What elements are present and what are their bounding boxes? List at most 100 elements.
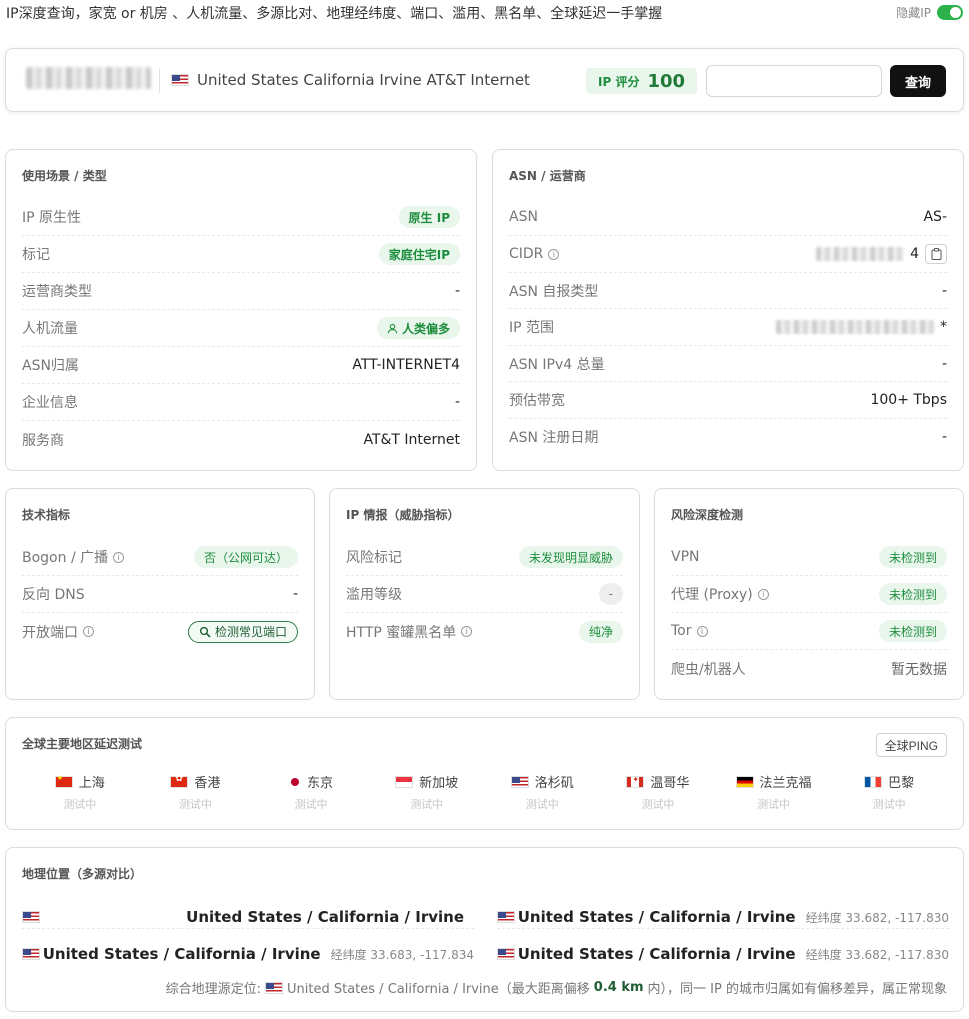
city-name: 巴黎 <box>888 776 915 791</box>
scan-ports-button[interactable]: 检测常见端口 <box>187 620 298 643</box>
city-status: 测试中 <box>294 798 328 811</box>
global-ping-button[interactable]: 全球PING <box>875 733 947 757</box>
clipboard-icon <box>931 248 941 260</box>
row-value: 100+ Tbps <box>870 392 947 408</box>
geo-coords: 经纬度 33.683, -117.834 <box>330 948 474 962</box>
info-icon[interactable]: i <box>83 626 94 637</box>
row-asn-ipv4-total: ASN IPv4 总量 - <box>509 346 947 382</box>
row-value: - <box>454 283 460 299</box>
geo-coords: 经纬度 33.682, -117.830 <box>805 910 949 925</box>
row-value: * <box>776 319 947 335</box>
row-cidr: CIDR i 4 <box>509 236 947 273</box>
cidr-label: CIDR <box>509 246 544 262</box>
geo-summary: 综合地理源定位: United States / California / Ir… <box>166 978 947 997</box>
cidr-blurred <box>816 247 905 261</box>
sg-flag-icon <box>395 775 414 788</box>
ip-query-input[interactable] <box>706 65 882 97</box>
row-abuse-level: 滥用等级 - <box>346 576 623 613</box>
row-label: HTTP 蜜罐黑名单 i <box>346 622 473 642</box>
city-singapore: 新加坡 测试中 <box>369 772 485 812</box>
geo-location-card: 地理位置（多源对比） United States / California / … <box>5 847 964 1012</box>
proxy-label: 代理 (Proxy) <box>671 587 753 603</box>
info-icon[interactable]: i <box>548 248 560 260</box>
search-icon <box>199 626 211 638</box>
row-human-traffic: 人机流量 人类偏多 <box>22 310 460 347</box>
hk-flag-icon <box>170 774 189 788</box>
row-company-info: 企业信息 - <box>22 384 460 421</box>
row-value: AS- <box>923 209 947 225</box>
row-ip-native: IP 原生性 原生 IP <box>22 199 460 236</box>
row-label: 人机流量 <box>22 321 78 337</box>
ip-address-blurred <box>26 67 151 89</box>
row-label: 预估带宽 <box>509 393 565 409</box>
info-icon[interactable]: i <box>461 626 473 637</box>
threat-intel-card: IP 情报（威胁指标） 风险标记 未发现明显威胁 滥用等级 - HTTP 蜜罐黑… <box>329 488 640 700</box>
city-name: 新加坡 <box>419 776 459 791</box>
row-asn: ASN AS- <box>509 199 947 236</box>
geo-source-1: United States / California / Irvine <box>22 905 474 929</box>
row-label: 代理 (Proxy) i <box>671 584 769 604</box>
info-icon[interactable]: i <box>757 588 769 600</box>
city-list: 上海 测试中 香港 测试中 东京 测试中 新加坡 测试中 洛杉矶 测试中 温哥华… <box>22 772 947 812</box>
asn-card: ASN / 运营商 ASN AS- CIDR i 4 ASN 自报类型 - IP … <box>492 149 964 471</box>
tor-badge: 未检测到 <box>878 620 947 642</box>
row-value: 4 <box>816 244 947 264</box>
city-name: 法兰克福 <box>759 776 812 791</box>
row-label: ASN <box>509 209 538 225</box>
proxy-badge: 未检测到 <box>878 583 947 605</box>
info-icon[interactable]: i <box>113 551 125 563</box>
usage-card-title: 使用场景 / 类型 <box>22 169 107 183</box>
ip-score-label: IP 评分 <box>598 74 640 89</box>
open-ports-label: 开放端口 <box>22 624 78 641</box>
city-status: 测试中 <box>872 798 906 811</box>
summary-location: United States / California / Irvine（最大距离… <box>287 982 590 997</box>
row-label: ASN IPv4 总量 <box>509 356 605 373</box>
row-label: 服务商 <box>22 432 64 449</box>
row-value: ATT-INTERNET4 <box>352 357 460 373</box>
us-flag-icon <box>22 910 40 923</box>
city-status: 测试中 <box>63 798 97 811</box>
hide-ip-label: 隐藏IP <box>896 6 931 20</box>
row-carrier-type: 运营商类型 - <box>22 273 460 310</box>
hide-ip-toggle[interactable] <box>937 5 963 20</box>
row-label: IP 原生性 <box>22 210 82 226</box>
row-tor: Tor i 未检测到 <box>671 613 947 650</box>
risk-detection-card: 风险深度检测 VPN 未检测到 代理 (Proxy) i 未检测到 Tor i 未检… <box>654 488 964 700</box>
query-button[interactable]: 查询 <box>890 65 946 97</box>
info-icon[interactable]: i <box>696 625 708 637</box>
city-name: 上海 <box>78 776 105 791</box>
geo-card-title: 地理位置（多源对比） <box>22 867 143 881</box>
geo-location: United States / California / Irvine <box>517 907 796 926</box>
search-card: United States California Irvine AT&T Int… <box>5 48 964 112</box>
row-label: ASN 自报类型 <box>509 283 599 300</box>
city-shanghai: 上海 测试中 <box>22 772 138 812</box>
row-label: 运营商类型 <box>22 284 92 300</box>
row-mark: 标记 家庭住宅IP <box>22 236 460 273</box>
risk-flag-badge: 未发现明显威胁 <box>518 546 623 568</box>
geo-location: United States / California / Irvine <box>42 945 321 963</box>
city-status: 测试中 <box>178 798 212 811</box>
row-reverse-dns: 反向 DNS - <box>22 576 298 613</box>
summary-prefix: 综合地理源定位: <box>165 982 262 997</box>
row-label: IP 范围 <box>509 320 555 336</box>
city-name: 东京 <box>307 776 334 791</box>
row-label: VPN <box>671 549 700 565</box>
row-label: 反向 DNS <box>22 587 85 603</box>
hide-ip-toggle-group[interactable]: 隐藏IP <box>896 4 963 21</box>
copy-icon[interactable] <box>925 244 947 264</box>
ip-score-value: 100 <box>647 70 686 92</box>
fr-flag-icon <box>864 775 883 788</box>
cidr-suffix: 4 <box>910 246 919 262</box>
ip-location: United States California Irvine AT&T Int… <box>171 71 530 89</box>
us-flag-icon <box>171 74 189 86</box>
summary-suffix: 内），同一 IP 的城市归属如有偏移差异，属正常现象 <box>647 982 947 997</box>
row-label: 风险标记 <box>346 550 402 566</box>
row-crawler: 爬虫/机器人 暂无数据 <box>671 650 947 687</box>
latency-card: 全球主要地区延迟测试 全球PING 上海 测试中 香港 测试中 东京 测试中 新… <box>5 717 964 830</box>
user-icon <box>387 323 398 333</box>
row-value: 暂无数据 <box>891 661 947 678</box>
usage-type-card: 使用场景 / 类型 IP 原生性 原生 IP 标记 家庭住宅IP 运营商类型 -… <box>5 149 477 471</box>
human-traffic-text: 人类偏多 <box>401 321 450 336</box>
scan-ports-label: 检测常见端口 <box>214 625 287 639</box>
page-tagline: IP深度查询，家宽 or 机房 、人机流量、多源比对、地理经纬度、端口、滥用、黑… <box>6 6 663 22</box>
